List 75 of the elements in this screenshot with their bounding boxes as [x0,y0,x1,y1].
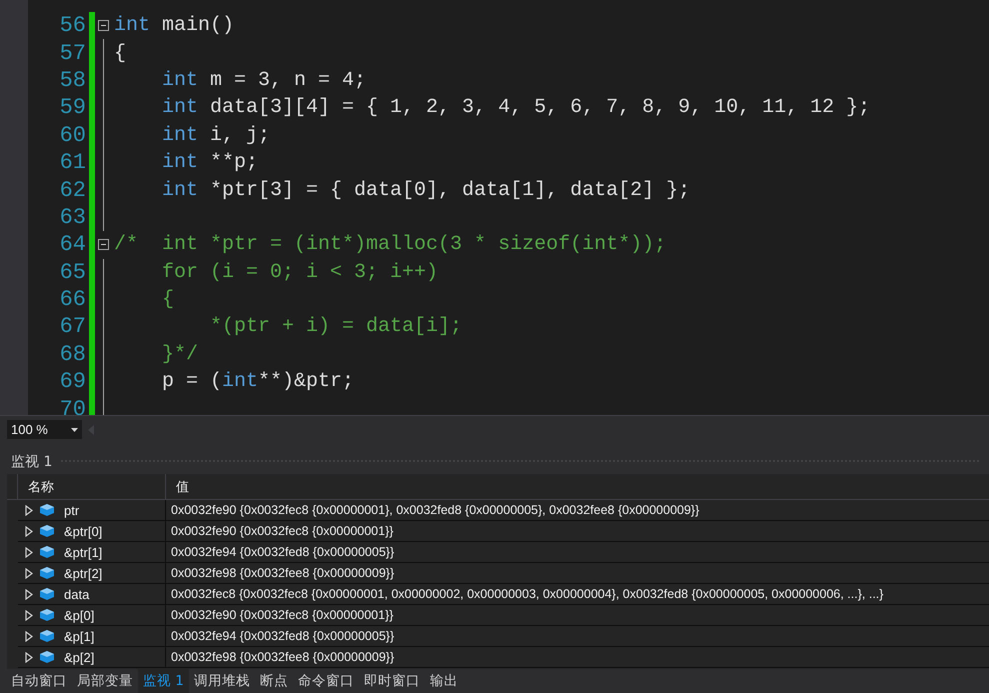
dropdown-caret-icon [71,428,78,432]
variable-value: 0x0032fe90 {0x0032fec8 {0x00000001}, 0x0032fed8 {0x00000005}, 0x0032fee8 {0x00000009}} [170,502,700,519]
code-line: { [114,42,126,65]
zoom-dropdown[interactable]: 100 % [7,420,82,439]
expand-triangle-icon[interactable] [25,568,33,578]
code-line: for (i = 0; i < 3; i++) [161,260,438,284]
line-number: 69 [58,369,87,394]
variable-name: &p[1] [64,628,94,644]
cube-icon [40,609,54,621]
variable-name: &ptr[0] [64,524,102,538]
column-header[interactable]: 值 [165,474,989,499]
panel-tab[interactable]: 即时窗口 [358,669,425,693]
panel-tab[interactable]: 自动窗口 [6,669,72,693]
line-number: 56 [58,13,87,38]
variable-value: 0x0032fe90 {0x0032fec8 {0x00000001}} [170,523,394,540]
cube-icon [40,630,54,642]
code-line: int **p; [161,151,258,174]
line-number: 67 [58,314,87,340]
line-number: 66 [58,287,87,312]
variable-name: ptr [64,502,80,518]
line-number: 57 [58,40,87,66]
code-line: }*/ [161,342,198,366]
line-number: 65 [58,260,87,285]
variable-value: 0x0032fe98 {0x0032fee8 {0x00000009}} [170,649,396,666]
panel-tab[interactable]: 局部变量 [72,669,138,693]
variable-value: 0x0032fe94 {0x0032fed8 {0x00000005}} [170,628,396,645]
code-line: int m = 3, n = 4; [161,68,366,92]
code-line: p = (int**)&ptr; [161,370,354,394]
expand-triangle-icon[interactable] [25,526,33,536]
cube-icon [40,651,54,663]
code-line: { [161,288,174,312]
variable-name: &p[0] [64,608,94,622]
variable-name: &ptr[1] [64,544,102,560]
panel-tab[interactable]: 调用堆栈 [188,669,255,693]
variable-name: &ptr[2] [64,566,102,580]
variable-name: data [64,586,90,602]
cube-icon [40,504,54,516]
code-line: *(ptr + i) = data[i]; [209,315,462,338]
expand-triangle-icon[interactable] [25,546,33,558]
variable-value: 0x0032fe90 {0x0032fec8 {0x00000001}} [170,607,394,624]
expand-triangle-icon[interactable] [25,504,33,516]
code-line: int data[3][4] = { 1, 2, 3, 4, 5, 6, 7, 8, 9, 10, 11, 12 }; [161,96,870,120]
line-number: 68 [58,342,87,367]
panel-title: 监视 1 [11,452,52,470]
cube-icon [40,567,54,579]
code-line: int main() [114,14,234,38]
line-number: 63 [58,204,87,230]
line-number: 64 [58,232,87,258]
collapse-icon[interactable] [98,20,109,31]
variable-name: &p[2] [64,650,94,664]
panel-tab[interactable]: 监视 1 [138,669,189,693]
variable-value: 0x0032fec8 {0x0032fec8 {0x00000001, 0x00000002, 0x00000003, 0x00000004}, 0x0032fed8 {0x00000005, 0x00000006, ...}, ...} [170,586,884,603]
line-number: 60 [58,122,87,148]
panel-tab[interactable]: 输出 [424,669,463,693]
line-number: 59 [58,95,87,120]
column-header[interactable]: 名称 [17,474,165,499]
line-number: 70 [58,396,87,415]
expand-triangle-icon[interactable] [25,630,33,642]
expand-triangle-icon[interactable] [25,652,33,662]
line-number: 58 [58,68,87,93]
collapse-icon[interactable] [98,239,109,250]
code-line: int i, j; [161,124,270,147]
expand-triangle-icon[interactable] [25,588,33,600]
panel-tab[interactable]: 命令窗口 [292,669,359,693]
panel-tab[interactable]: 断点 [254,669,293,693]
code-line: /* int *ptr = (int*)malloc(3 * sizeof(int*)); [114,233,666,256]
cube-icon [40,588,54,600]
variable-value: 0x0032fe94 {0x0032fed8 {0x00000005}} [170,544,396,561]
cube-icon [40,525,54,537]
code-line: int *ptr[3] = { data[0], data[1], data[2] }; [161,178,690,202]
expand-triangle-icon[interactable] [25,610,33,620]
cube-icon [40,546,54,558]
line-number: 62 [58,178,87,203]
variable-value: 0x0032fe98 {0x0032fee8 {0x00000009}} [170,565,396,582]
line-number: 61 [58,150,87,176]
